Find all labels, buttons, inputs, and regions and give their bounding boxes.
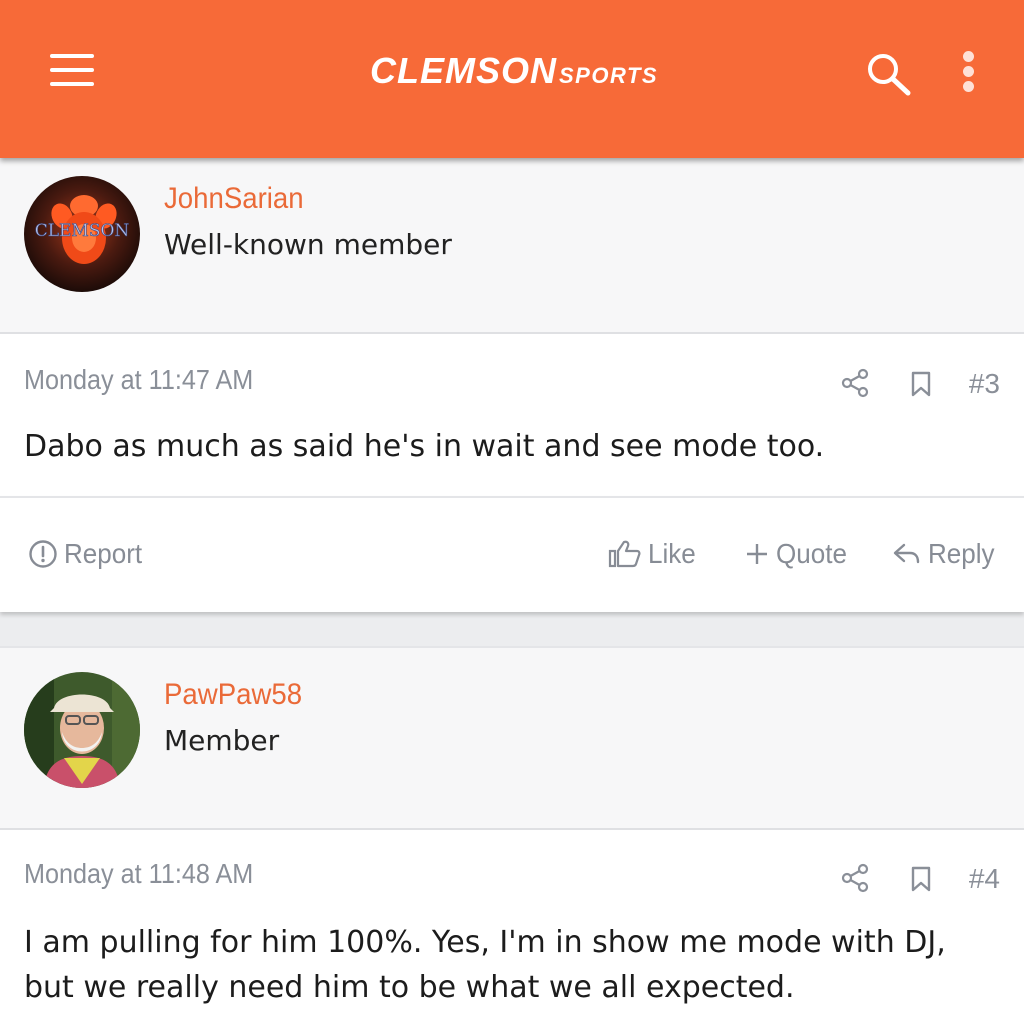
- reply-label: Reply: [928, 538, 995, 569]
- post-user-bar: CLEMSON JohnSarian Well-known member: [0, 158, 1024, 334]
- avatar[interactable]: [24, 672, 140, 788]
- post-actions: Report Like Quote Reply: [0, 496, 1024, 612]
- post-date-link[interactable]: Monday at 11:48 AM: [24, 858, 253, 890]
- post-date-link[interactable]: Monday at 11:47 AM: [24, 364, 253, 396]
- username-link[interactable]: JohnSarian: [164, 182, 304, 216]
- more-options-icon[interactable]: [956, 50, 982, 94]
- like-button[interactable]: Like: [608, 538, 699, 570]
- post-user-bar: PawPaw58 Member: [0, 646, 1024, 830]
- post-message: I am pulling for him 100%. Yes, I'm in s…: [24, 925, 946, 1005]
- reply-icon: [893, 543, 920, 564]
- bookmark-icon[interactable]: [908, 370, 934, 402]
- reply-button[interactable]: Reply: [892, 538, 1000, 570]
- app-header: CLEMSONSPORTS: [0, 0, 1024, 158]
- bookmark-icon[interactable]: [908, 865, 934, 897]
- share-icon[interactable]: [840, 863, 870, 897]
- share-icon[interactable]: [840, 368, 870, 402]
- post-body: Monday at 11:48 AM #4 I am pulling for h…: [0, 830, 1024, 1023]
- like-label: Like: [648, 538, 696, 569]
- thumbs-up-icon: [608, 540, 641, 568]
- post-number-link[interactable]: #3: [969, 368, 1000, 400]
- user-title: Well-known member: [164, 228, 452, 261]
- search-icon[interactable]: [864, 50, 914, 96]
- username-link[interactable]: PawPaw58: [164, 678, 302, 712]
- plus-icon: [747, 544, 767, 564]
- site-logo[interactable]: CLEMSONSPORTS: [370, 50, 670, 94]
- svg-text:CLEMSON: CLEMSON: [35, 221, 130, 241]
- avatar[interactable]: CLEMSON: [24, 176, 140, 292]
- post-body: Monday at 11:47 AM #3 Dabo as much as sa…: [0, 334, 1024, 496]
- quote-label: Quote: [776, 538, 847, 569]
- report-label: Report: [64, 538, 143, 569]
- report-button[interactable]: Report: [28, 538, 148, 570]
- report-icon: [29, 540, 57, 568]
- menu-icon[interactable]: [50, 54, 94, 88]
- quote-button[interactable]: Quote: [744, 538, 852, 570]
- post-number-link[interactable]: #4: [969, 863, 1000, 895]
- user-title: Member: [164, 724, 280, 757]
- post-message: Dabo as much as said he's in wait and se…: [24, 429, 825, 464]
